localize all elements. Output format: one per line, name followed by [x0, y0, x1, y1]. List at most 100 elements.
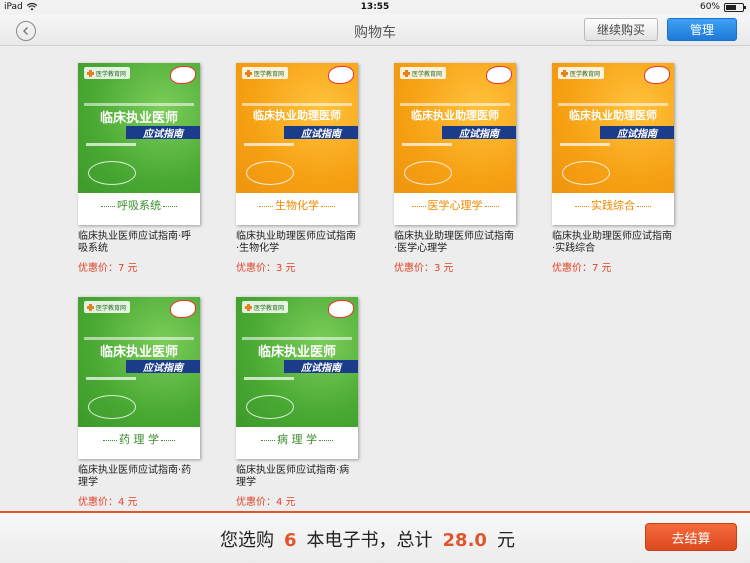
cover-banner-text: 应试指南: [301, 129, 341, 140]
cover-oval: [562, 161, 610, 185]
cover-author-line: [86, 143, 136, 146]
cover-badge: [170, 66, 196, 84]
cart-summary: 您选购 6 本电子书，总计 28.0 元: [220, 526, 515, 552]
book-price: 优惠价：4 元: [78, 497, 138, 508]
cover-oval: [88, 395, 136, 419]
cross-icon: [245, 303, 252, 311]
cover-art: 医学教育网 临床执业助理医师 应试指南: [236, 63, 358, 193]
cover-author-line: [560, 143, 610, 146]
cover-badge: [644, 66, 670, 84]
cover-logo-text: 医学教育网: [412, 70, 443, 78]
cover-title: 临床执业医师: [99, 111, 178, 126]
checkout-bar: 您选购 6 本电子书，总计 28.0 元 去结算: [0, 511, 750, 563]
book-name: 临床执业助理医师应试指南 ·医学心理学: [394, 231, 524, 255]
book-name-line2: ·实践综合: [552, 243, 596, 254]
cover-caption-text: 药 理 学: [119, 433, 159, 446]
book-cover[interactable]: 医学教育网 临床执业助理医师 应试指南 实践综合: [552, 63, 674, 225]
cover-caption: 生物化学: [236, 197, 358, 213]
cover-logo-text: 医学教育网: [254, 70, 285, 78]
cross-icon: [245, 69, 252, 77]
book-name: 临床执业医师应试指南·病 理学: [236, 465, 366, 489]
summary-prefix: 您选购: [220, 530, 274, 551]
cover-logo: 医学教育网: [84, 67, 130, 79]
book-cover[interactable]: 医学教育网 临床执业助理医师 应试指南 生物化学: [236, 63, 358, 225]
summary-suffix: 元: [496, 530, 515, 551]
status-right: 60%: [699, 2, 746, 12]
cover-author-line: [86, 377, 136, 380]
manage-button[interactable]: 管理: [667, 18, 737, 41]
cover-logo-text: 医学教育网: [254, 304, 285, 312]
status-bar: iPad 13:55 60%: [0, 0, 750, 15]
cover-subtitle-line: [242, 103, 352, 106]
cover-logo: 医学教育网: [242, 67, 288, 79]
cover-subtitle-line: [84, 103, 194, 106]
cover-caption: 病 理 学: [236, 431, 358, 447]
checkout-button[interactable]: 去结算: [645, 523, 737, 551]
book-cover[interactable]: 医学教育网 临床执业医师 应试指南 药 理 学: [78, 297, 200, 459]
nav-bar: 购物车 继续购买 管理: [0, 15, 750, 46]
book-name-line2: 理学: [78, 477, 98, 488]
cover-art: 医学教育网 临床执业助理医师 应试指南: [552, 63, 674, 193]
cart-grid: 医学教育网 临床执业医师 应试指南 呼吸系统 临床执业医师应试指南·呼 吸系统 优…: [0, 46, 750, 511]
cover-author-line: [244, 377, 294, 380]
cover-logo: 医学教育网: [242, 301, 288, 313]
cover-caption: 医学心理学: [394, 197, 516, 213]
book-cover[interactable]: 医学教育网 临床执业助理医师 应试指南 医学心理学: [394, 63, 516, 225]
cross-icon: [561, 69, 568, 77]
cover-art: 医学教育网 临床执业医师 应试指南: [236, 297, 358, 427]
book-price: 优惠价：4 元: [236, 497, 296, 508]
book-name: 临床执业医师应试指南·药 理学: [78, 465, 208, 489]
book-cover[interactable]: 医学教育网 临床执业医师 应试指南 病 理 学: [236, 297, 358, 459]
book-name-line1: 临床执业医师应试指南·病: [236, 465, 350, 476]
cover-art: 医学教育网 临床执业医师 应试指南: [78, 63, 200, 193]
continue-shopping-button[interactable]: 继续购买: [584, 18, 658, 41]
book-name: 临床执业助理医师应试指南 ·实践综合: [552, 231, 682, 255]
cover-art: 医学教育网 临床执业助理医师 应试指南: [394, 63, 516, 193]
book-cover[interactable]: 医学教育网 临床执业医师 应试指南 呼吸系统: [78, 63, 200, 225]
book-name-line2: ·生物化学: [236, 243, 280, 254]
cover-banner-text: 应试指南: [617, 129, 657, 140]
cover-badge: [486, 66, 512, 84]
cover-banner-text: 应试指南: [143, 363, 183, 374]
cover-oval: [88, 161, 136, 185]
cover-logo-text: 医学教育网: [570, 70, 601, 78]
cover-oval: [404, 161, 452, 185]
cover-title: 临床执业医师: [257, 345, 336, 360]
book-name: 临床执业助理医师应试指南 ·生物化学: [236, 231, 366, 255]
book-name-line1: 临床执业助理医师应试指南: [236, 231, 356, 242]
cover-badge: [170, 300, 196, 318]
cover-caption-text: 呼吸系统: [117, 199, 161, 212]
summary-middle: 本电子书，总计: [306, 530, 433, 551]
cover-caption: 呼吸系统: [78, 197, 200, 213]
cover-subtitle-line: [242, 337, 352, 340]
cover-oval: [246, 161, 294, 185]
cover-title: 临床执业助理医师: [569, 109, 657, 122]
cover-logo-text: 医学教育网: [96, 304, 127, 312]
cover-logo: 医学教育网: [400, 67, 446, 79]
cover-badge: [328, 66, 354, 84]
book-name: 临床执业医师应试指南·呼 吸系统: [78, 231, 208, 255]
cover-banner-text: 应试指南: [459, 129, 499, 140]
battery-percent: 60%: [699, 2, 720, 12]
book-price: 优惠价：7 元: [552, 263, 612, 274]
book-price: 优惠价：7 元: [78, 263, 138, 274]
book-price: 优惠价：3 元: [394, 263, 454, 274]
book-price: 优惠价：3 元: [236, 263, 296, 274]
cover-author-line: [402, 143, 452, 146]
cover-caption-text: 实践综合: [591, 199, 635, 212]
book-name-line1: 临床执业助理医师应试指南: [394, 231, 514, 242]
status-time: 13:55: [360, 2, 390, 12]
cover-subtitle-line: [84, 337, 194, 340]
cover-caption-text: 病 理 学: [277, 433, 317, 446]
cover-logo: 医学教育网: [558, 67, 604, 79]
cover-caption-text: 医学心理学: [427, 199, 483, 212]
cover-logo: 医学教育网: [84, 301, 130, 313]
cover-logo-text: 医学教育网: [96, 70, 127, 78]
cover-title: 临床执业医师: [99, 345, 178, 360]
cover-caption-text: 生物化学: [275, 199, 319, 212]
cover-caption: 实践综合: [552, 197, 674, 213]
book-name-line1: 临床执业助理医师应试指南: [552, 231, 672, 242]
cover-title: 临床执业助理医师: [411, 109, 499, 122]
summary-count: 6: [284, 530, 297, 551]
book-name-line2: 吸系统: [78, 243, 108, 254]
